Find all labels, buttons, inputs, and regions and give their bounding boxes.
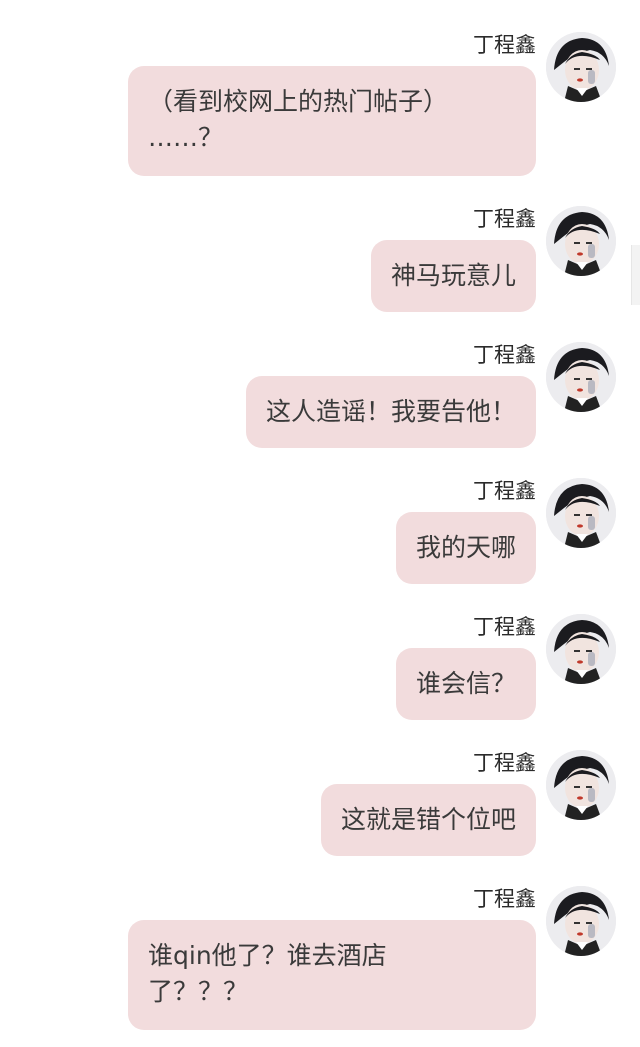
avatar-image bbox=[546, 342, 616, 412]
avatar-image bbox=[546, 206, 616, 276]
avatar-image bbox=[546, 32, 616, 102]
scrollbar[interactable] bbox=[631, 245, 640, 305]
avatar-image bbox=[546, 614, 616, 684]
avatar[interactable] bbox=[546, 32, 616, 102]
message-bubble[interactable]: （看到校网上的热门帖子） ……？ bbox=[128, 66, 536, 176]
avatar-image bbox=[546, 886, 616, 956]
message-bubble[interactable]: 谁qin他了？谁去酒店 了？？？ bbox=[128, 920, 536, 1030]
message-bubble[interactable]: 这人造谣！我要告他！ bbox=[245, 376, 536, 448]
message-text-line: 了？？？ bbox=[148, 977, 249, 1006]
sender-name: 丁程鑫 bbox=[473, 479, 536, 503]
sender-name: 丁程鑫 bbox=[473, 615, 536, 639]
message-text-line: 谁qin他了？谁去酒店 bbox=[148, 941, 387, 970]
message-text-line: （看到校网上的热门帖子） bbox=[148, 87, 449, 116]
message-bubble[interactable]: 这就是错个位吧 bbox=[320, 784, 536, 856]
avatar-image bbox=[546, 478, 616, 548]
avatar[interactable] bbox=[546, 614, 616, 684]
sender-name: 丁程鑫 bbox=[473, 33, 536, 57]
sender-name: 丁程鑫 bbox=[473, 207, 536, 231]
message-text-line: 谁会信？ bbox=[415, 669, 516, 698]
avatar[interactable] bbox=[546, 206, 616, 276]
avatar[interactable] bbox=[546, 342, 616, 412]
avatar[interactable] bbox=[546, 478, 616, 548]
message-bubble[interactable]: 神马玩意儿 bbox=[370, 240, 536, 312]
message-text-line: 神马玩意儿 bbox=[390, 261, 516, 290]
message-text-line: 这就是错个位吧 bbox=[340, 805, 516, 834]
sender-name: 丁程鑫 bbox=[473, 751, 536, 775]
message-bubble[interactable]: 我的天哪 bbox=[395, 512, 536, 584]
sender-name: 丁程鑫 bbox=[473, 343, 536, 367]
message-text-line: 我的天哪 bbox=[415, 533, 516, 562]
chat-thread: 丁程鑫 （看到校网上的热门帖子） ……？ 丁程鑫 神马玩意儿 丁程鑫 这人造谣！… bbox=[0, 0, 640, 1047]
sender-name: 丁程鑫 bbox=[473, 887, 536, 911]
message-text-line: 这人造谣！我要告他！ bbox=[265, 397, 516, 426]
avatar-image bbox=[546, 750, 616, 820]
avatar[interactable] bbox=[546, 750, 616, 820]
avatar[interactable] bbox=[546, 886, 616, 956]
message-text-line: ……？ bbox=[148, 123, 224, 152]
message-bubble[interactable]: 谁会信？ bbox=[395, 648, 536, 720]
